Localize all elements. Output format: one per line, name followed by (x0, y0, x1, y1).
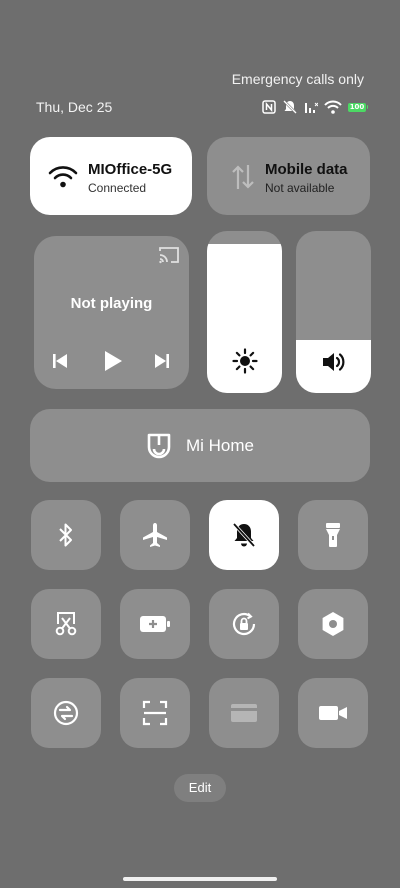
share-circle-icon (53, 700, 79, 726)
scissors-icon (55, 612, 77, 636)
hexagon-icon (322, 612, 344, 636)
emergency-calls-text: Emergency calls only (231, 71, 364, 87)
card-toggle[interactable] (209, 678, 279, 748)
video-icon (319, 706, 347, 720)
brightness-slider[interactable] (207, 231, 282, 393)
mute-icon (283, 100, 297, 114)
airplane-icon (143, 523, 167, 547)
video-toolbox-toggle[interactable] (298, 678, 368, 748)
previous-track-icon[interactable] (52, 352, 68, 370)
wifi-status: Connected (88, 181, 147, 195)
mobile-data-title: Mobile data (265, 161, 348, 178)
home-indicator[interactable] (123, 877, 277, 881)
screenshot-toggle[interactable] (31, 589, 101, 659)
cast-icon[interactable] (158, 246, 180, 264)
mobile-data-status: Not available (265, 181, 335, 195)
settings-toggle[interactable] (298, 589, 368, 659)
volume-icon (322, 353, 344, 371)
edit-button[interactable]: Edit (174, 774, 226, 802)
media-player-card[interactable]: Not playing (34, 236, 189, 389)
data-arrows-icon (232, 165, 254, 189)
flashlight-toggle[interactable] (298, 500, 368, 570)
volume-slider[interactable] (296, 231, 371, 393)
wifi-status-icon (324, 100, 342, 114)
media-title: Not playing (70, 295, 153, 312)
mi-share-toggle[interactable] (31, 678, 101, 748)
scanner-toggle[interactable] (120, 678, 190, 748)
battery-level: 100 (348, 102, 366, 112)
rotation-lock-icon (232, 612, 256, 636)
mi-home-icon (147, 433, 171, 458)
next-track-icon[interactable] (154, 352, 170, 370)
nfc-icon (262, 100, 276, 114)
mi-home-label: Mi Home (185, 435, 254, 455)
battery-saver-toggle[interactable] (120, 589, 190, 659)
wifi-network-name: MIOffice-5G (88, 161, 173, 178)
rotation-lock-toggle[interactable] (209, 589, 279, 659)
brightness-icon (231, 348, 258, 374)
mi-home-button[interactable]: Mi Home (30, 409, 370, 482)
signal-icon (305, 102, 318, 113)
bluetooth-icon (59, 523, 72, 547)
silent-mode-toggle[interactable] (209, 500, 279, 570)
wifi-icon (48, 166, 78, 188)
battery-icon: 100 (348, 102, 368, 112)
wifi-card[interactable]: MIOffice-5G Connected (30, 137, 192, 215)
date-text: Thu, Dec 25 (36, 99, 113, 115)
airplane-mode-toggle[interactable] (120, 500, 190, 570)
battery-plus-icon (140, 616, 170, 632)
flashlight-icon (326, 523, 340, 547)
mobile-data-card[interactable]: Mobile data Not available (207, 137, 370, 215)
status-icons: 100 (262, 98, 368, 116)
play-icon[interactable] (103, 350, 123, 372)
bluetooth-toggle[interactable] (31, 500, 101, 570)
bell-off-icon (232, 522, 256, 548)
scan-icon (142, 700, 168, 726)
card-icon (231, 704, 257, 722)
